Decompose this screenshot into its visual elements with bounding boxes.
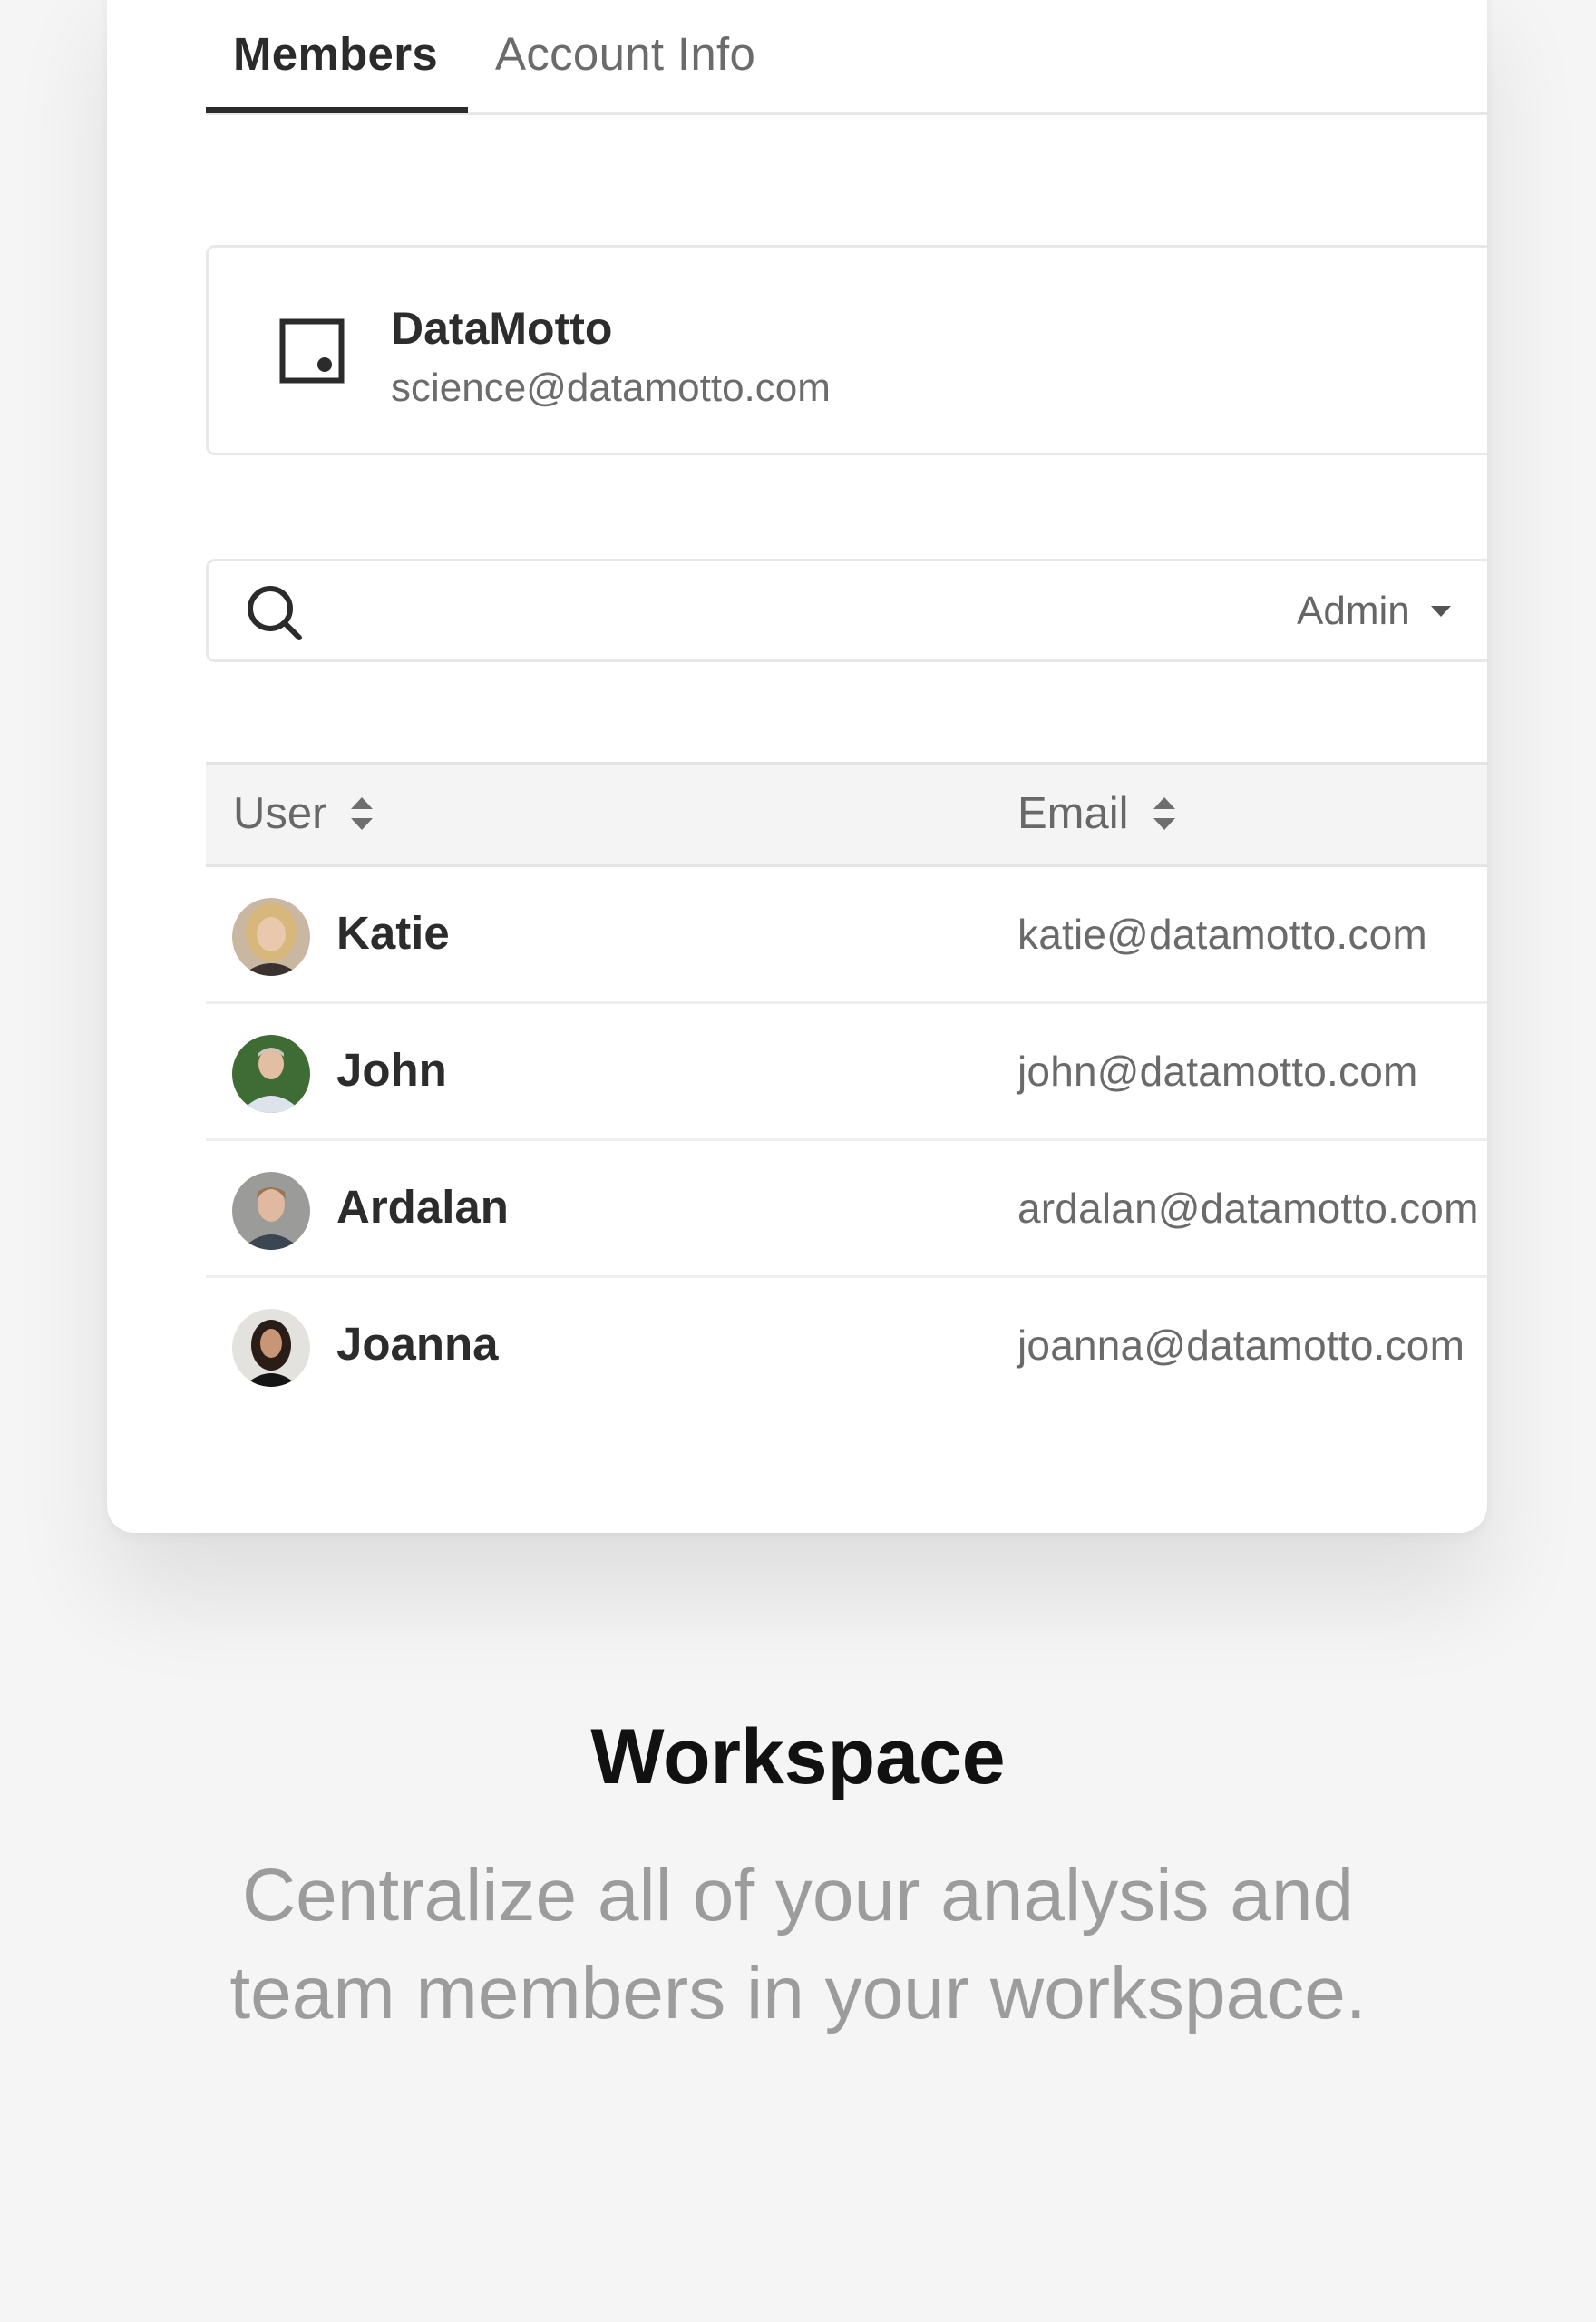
workspace-name: DataMotto [391,303,613,354]
table-row[interactable]: John john@datamotto.com [206,1004,1487,1141]
table-row[interactable]: Katie katie@datamotto.com [206,867,1487,1004]
tab-members[interactable]: Members [233,27,438,81]
sort-icon [351,797,374,830]
column-header-user[interactable]: User [233,788,374,839]
user-name: John [336,1044,447,1096]
member-search-bar[interactable]: Admin [206,559,1487,662]
column-header-email[interactable]: Email [1017,788,1176,839]
user-email: joanna@datamotto.com [1017,1322,1465,1369]
user-email: katie@datamotto.com [1017,911,1427,958]
user-name: Ardalan [336,1181,509,1233]
user-email: john@datamotto.com [1017,1048,1418,1095]
avatar [232,1309,310,1387]
members-panel-content: Members Account Info DataMotto science@d… [206,0,1487,1533]
search-icon [248,586,302,640]
column-header-user-label: User [233,789,327,838]
avatar [232,898,310,976]
user-name: Joanna [336,1318,499,1370]
workspace-card: DataMotto science@datamotto.com [206,245,1487,455]
tab-bar: Members Account Info [206,0,1487,115]
sort-icon [1153,797,1175,830]
members-table: User Email Katie katie@datamotto.com Joh… [206,762,1487,1412]
role-filter-dropdown[interactable]: Admin [1297,586,1452,637]
role-filter-value: Admin [1297,589,1410,633]
feature-description: Centralize all of your analysis and team… [0,1847,1596,2043]
tab-account-info[interactable]: Account Info [495,27,755,81]
members-panel: Members Account Info DataMotto science@d… [107,0,1487,1533]
caret-down-icon [1430,606,1451,617]
feature-description-line: team members in your workspace. [229,1952,1367,2034]
avatar [232,1035,310,1113]
column-header-email-label: Email [1017,789,1129,838]
table-header: User Email [206,762,1487,867]
workspace-email: science@datamotto.com [391,366,831,410]
user-name: Katie [336,907,450,959]
table-row[interactable]: Joanna joanna@datamotto.com [206,1278,1487,1412]
feature-description-line: Centralize all of your analysis and [241,1854,1355,1937]
active-tab-indicator [206,107,468,113]
workspace-square-icon [279,318,345,384]
table-row[interactable]: Ardalan ardalan@datamotto.com [206,1141,1487,1278]
feature-title: Workspace [590,1713,1006,1800]
avatar [232,1172,310,1250]
user-email: ardalan@datamotto.com [1017,1185,1479,1232]
